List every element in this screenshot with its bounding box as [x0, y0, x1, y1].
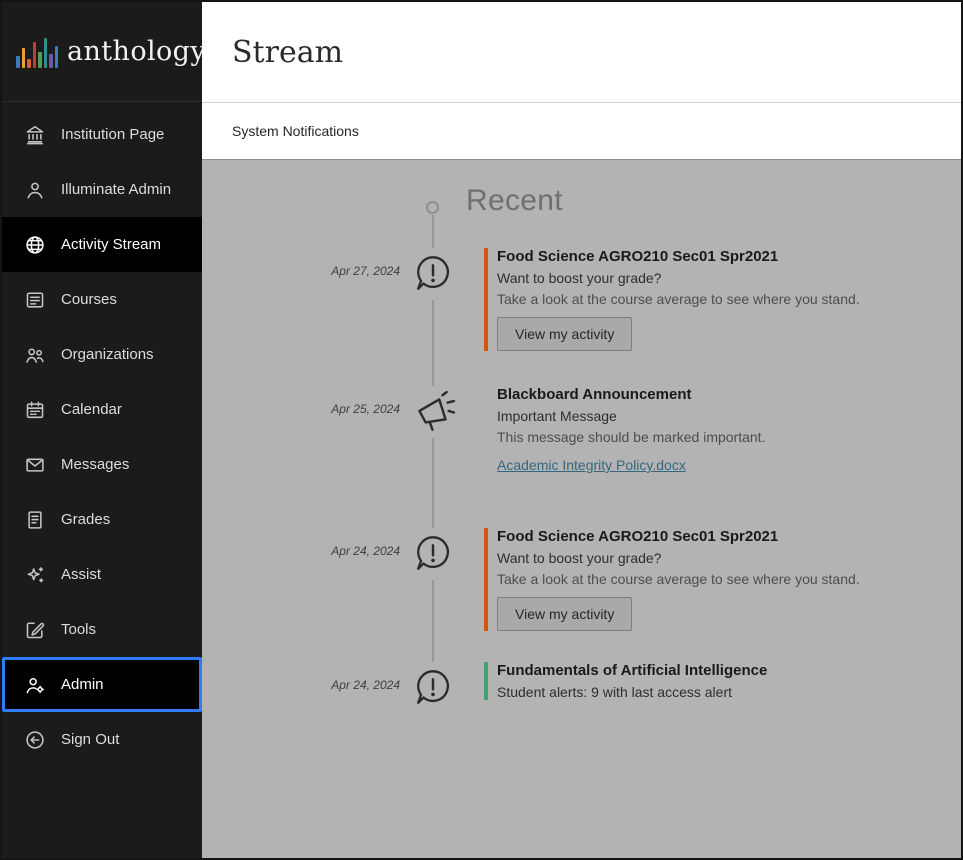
- attachment-link[interactable]: Academic Integrity Policy.docx: [497, 457, 686, 473]
- sidebar-item-label: Institution Page: [61, 126, 164, 143]
- page-title: Stream: [232, 35, 343, 70]
- admin-icon: [24, 674, 46, 696]
- courses-icon: [24, 289, 46, 311]
- item-text: Take a look at the course average to see…: [497, 291, 921, 307]
- alert-bubble-icon: [406, 248, 460, 300]
- announcement-icon: [406, 386, 460, 438]
- item-body: Food Science AGRO210 Sec01 Spr2021 Want …: [484, 248, 921, 351]
- timeline-start-dot: [426, 201, 439, 214]
- alert-bubble-icon: [406, 662, 460, 714]
- view-activity-button[interactable]: View my activity: [497, 317, 632, 351]
- sidebar-item-sign-out[interactable]: Sign Out: [2, 712, 202, 767]
- anthology-logo-icon: [16, 36, 58, 68]
- sidebar-item-grades[interactable]: Grades: [2, 492, 202, 547]
- item-body: Food Science AGRO210 Sec01 Spr2021 Want …: [484, 528, 921, 631]
- item-date: Apr 24, 2024: [212, 544, 400, 558]
- brand-name: anthology: [67, 36, 206, 67]
- assist-icon: [24, 564, 46, 586]
- item-title: Food Science AGRO210 Sec01 Spr2021: [497, 528, 921, 545]
- sidebar-item-label: Sign Out: [61, 731, 119, 748]
- sidebar-item-courses[interactable]: Courses: [2, 272, 202, 327]
- item-date: Apr 24, 2024: [212, 678, 400, 692]
- item-subtitle: Student alerts: 9 with last access alert: [497, 684, 921, 700]
- alert-bubble-icon: [406, 528, 460, 580]
- sidebar-item-label: Activity Stream: [61, 236, 161, 253]
- sidebar-item-label: Organizations: [61, 346, 154, 363]
- sidebar-item-label: Grades: [61, 511, 110, 528]
- sidebar-item-illuminate-admin[interactable]: Illuminate Admin: [2, 162, 202, 217]
- item-subtitle: Want to boost your grade?: [497, 550, 921, 566]
- sidebar: anthology Institution Page Illuminate Ad…: [2, 2, 202, 858]
- view-activity-button[interactable]: View my activity: [497, 597, 632, 631]
- sidebar-item-organizations[interactable]: Organizations: [2, 327, 202, 382]
- sidebar-item-label: Messages: [61, 456, 129, 473]
- item-title: Blackboard Announcement: [497, 386, 921, 403]
- tab-system-notifications[interactable]: System Notifications: [232, 123, 359, 139]
- stream-item: Apr 24, 2024 Food Science AGRO210 Sec01 …: [202, 528, 961, 631]
- envelope-icon: [24, 454, 46, 476]
- sidebar-item-institution-page[interactable]: Institution Page: [2, 107, 202, 162]
- sidebar-item-tools[interactable]: Tools: [2, 602, 202, 657]
- brand-logo[interactable]: anthology: [2, 2, 202, 102]
- stream-item: Apr 24, 2024 Fundamentals of Artificial …: [202, 662, 961, 705]
- sidebar-item-label: Tools: [61, 621, 96, 638]
- sidebar-item-admin[interactable]: Admin: [2, 657, 202, 712]
- item-date: Apr 27, 2024: [212, 264, 400, 278]
- stream-item: Apr 27, 2024 Food Science AGRO210 Sec01 …: [202, 248, 961, 351]
- item-title: Fundamentals of Artificial Intelligence: [497, 662, 921, 679]
- grades-icon: [24, 509, 46, 531]
- globe-icon: [24, 234, 46, 256]
- sidebar-item-label: Courses: [61, 291, 117, 308]
- sidebar-item-label: Calendar: [61, 401, 122, 418]
- institution-icon: [24, 124, 46, 146]
- sign-out-icon: [24, 729, 46, 751]
- app-window: anthology Institution Page Illuminate Ad…: [0, 0, 963, 860]
- item-subtitle: Important Message: [497, 408, 921, 424]
- user-icon: [24, 179, 46, 201]
- item-subtitle: Want to boost your grade?: [497, 270, 921, 286]
- sidebar-item-calendar[interactable]: Calendar: [2, 382, 202, 437]
- item-title: Food Science AGRO210 Sec01 Spr2021: [497, 248, 921, 265]
- recent-section-title: Recent: [466, 184, 563, 218]
- sidebar-item-label: Illuminate Admin: [61, 181, 171, 198]
- tools-icon: [24, 619, 46, 641]
- calendar-icon: [24, 399, 46, 421]
- page-header: Stream: [202, 2, 961, 103]
- item-text: This message should be marked important.: [497, 429, 921, 445]
- item-body: Fundamentals of Artificial Intelligence …: [484, 662, 921, 700]
- sidebar-item-activity-stream[interactable]: Activity Stream: [2, 217, 202, 272]
- sidebar-item-messages[interactable]: Messages: [2, 437, 202, 492]
- organizations-icon: [24, 344, 46, 366]
- sidebar-item-label: Assist: [61, 566, 101, 583]
- subnav-bar: System Notifications: [202, 103, 961, 160]
- sidebar-item-label: Admin: [61, 676, 104, 693]
- main-area: Stream System Notifications Recent Apr 2…: [202, 2, 961, 858]
- sidebar-menu: Institution Page Illuminate Admin Activi…: [2, 102, 202, 767]
- item-text: Take a look at the course average to see…: [497, 571, 921, 587]
- item-body: Blackboard Announcement Important Messag…: [484, 386, 921, 475]
- sidebar-item-assist[interactable]: Assist: [2, 547, 202, 602]
- stream-item: Apr 25, 2024 Blackboard Announcement Imp…: [202, 386, 961, 475]
- stream-content: Recent Apr 27, 2024 Food Science AGRO210…: [202, 160, 961, 858]
- item-date: Apr 25, 2024: [212, 402, 400, 416]
